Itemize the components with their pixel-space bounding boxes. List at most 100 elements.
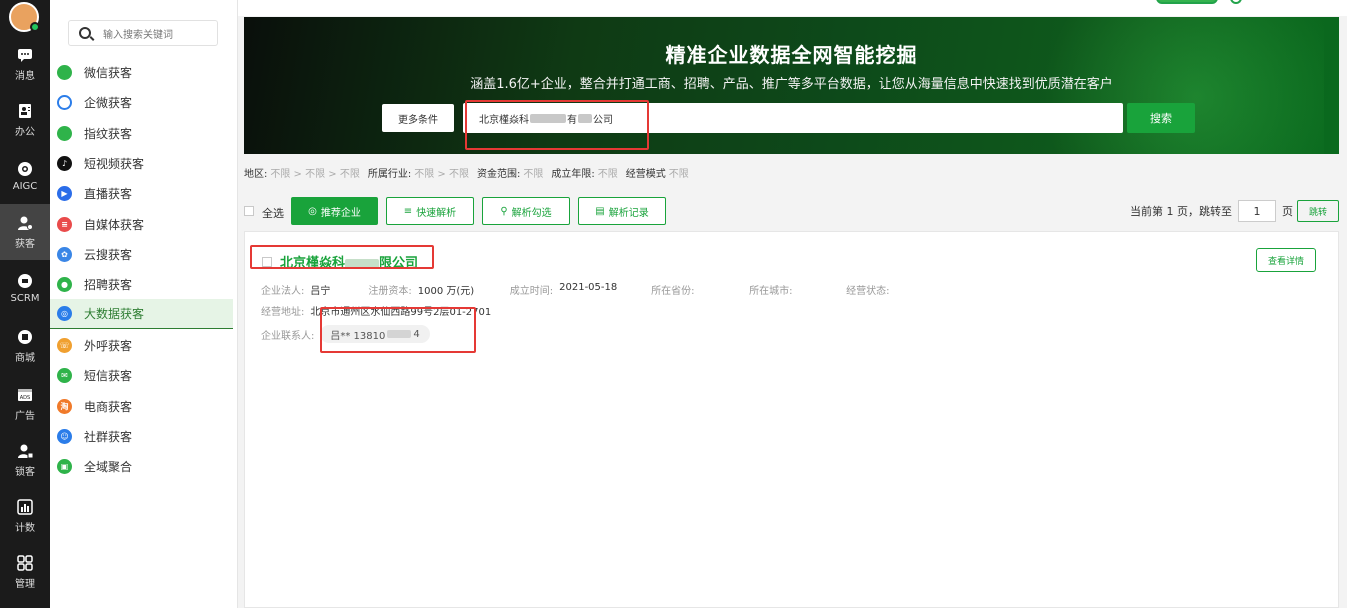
quick-parse-label: 快速解析 <box>416 207 457 219</box>
rail-label: 商城 <box>15 353 35 364</box>
parse-log-label: 解析记录 <box>608 207 649 219</box>
tiktok-icon: ♪ <box>57 155 72 171</box>
filter-label-region: 地区: <box>244 168 268 180</box>
rail-label: 获客 <box>15 239 35 250</box>
filter-value-years[interactable]: 不限 <box>598 165 618 180</box>
filter-value-industry[interactable]: 不限 > 不限 <box>414 165 469 180</box>
rail-item-office[interactable]: 办公 <box>0 92 50 148</box>
recommend-label: 推荐企业 <box>320 207 361 219</box>
media-icon: ≡ <box>57 216 72 232</box>
rail-label: 广告 <box>15 411 35 422</box>
parse-selected-button[interactable]: ⚲ 解析勾选 <box>482 197 570 225</box>
parse-log-button[interactable]: ▤ 解析记录 <box>578 197 666 225</box>
menu-item-sms[interactable]: ✉ 短信获客 <box>50 360 233 390</box>
search-icon <box>79 27 91 39</box>
highlight-box-company <box>250 245 434 269</box>
pager: 当前第 1 页，跳转至 1 页 跳转 <box>1130 200 1339 222</box>
menu-item-bigdata[interactable]: ◎ 大数据获客 <box>50 299 233 329</box>
jump-button[interactable]: 跳转 <box>1297 200 1339 222</box>
menu-item-cloud-search[interactable]: ✿ 云搜获客 <box>50 239 233 269</box>
filter-value-mode[interactable]: 不限 <box>669 165 689 180</box>
menu-item-community[interactable]: ☺ 社群获客 <box>50 421 233 451</box>
ads-icon: ADS <box>16 386 34 404</box>
search-button[interactable]: 搜索 <box>1127 103 1195 133</box>
pager-prefix: 当前第 1 页，跳转至 <box>1130 205 1232 218</box>
rail-label: 管理 <box>15 579 35 590</box>
capital-value: 1000 万(元) <box>417 286 475 297</box>
contacts-icon <box>16 102 34 120</box>
brain-icon <box>16 160 34 178</box>
rail-item-count[interactable]: 计数 <box>0 488 50 544</box>
cloud-search-icon: ✿ <box>57 246 72 262</box>
province-label: 所在省份: <box>651 286 695 297</box>
menu-item-short-video[interactable]: ♪ 短视频获客 <box>50 148 233 178</box>
shield-icon[interactable] <box>1230 0 1242 4</box>
scrm-icon <box>16 272 34 290</box>
menu-item-outbound-call[interactable]: ☏ 外呼获客 <box>50 330 233 360</box>
bar-chart-icon <box>16 498 34 516</box>
result-toolbar: 全选 ◎ 推荐企业 ≡ 快速解析 ⚲ 解析勾选 ▤ 解析记录 当前第 1 页，跳… <box>244 197 1339 225</box>
user-avatar[interactable] <box>9 2 40 32</box>
menu-item-label: 外呼获客 <box>84 338 133 353</box>
top-strip <box>238 0 1347 16</box>
rail-label: 计数 <box>15 523 35 534</box>
menu-item-label: 微信获客 <box>84 65 133 80</box>
rail-item-aigc[interactable]: AIGC <box>0 148 50 204</box>
quick-parse-button[interactable]: ≡ 快速解析 <box>386 197 474 225</box>
results-panel: 北京槿焱科 限公司 查看详情 企业法人: 吕宁 注册资本: 1000 万(元) 成… <box>244 231 1339 608</box>
menu-item-label: 指纹获客 <box>84 126 133 141</box>
menu-item-fingerprint[interactable]: 指纹获客 <box>50 118 233 148</box>
grid-icon <box>16 554 34 572</box>
sms-icon: ✉ <box>57 367 72 383</box>
rail-item-manage[interactable]: 管理 <box>0 544 50 600</box>
filter-value-region[interactable]: 不限 > 不限 > 不限 <box>270 165 359 180</box>
main-content: 精准企业数据全网智能挖掘 涵盖1.6亿+企业，整合并打通工商、招聘、产品、推广等… <box>238 0 1347 608</box>
rail-item-scrm[interactable]: SCRM <box>0 260 50 316</box>
chat-bubble-icon <box>16 46 34 64</box>
banner-subtitle: 涵盖1.6亿+企业，整合并打通工商、招聘、产品、推广等多平台数据，让您从海量信息… <box>470 77 1113 92</box>
rail-item-mall[interactable]: 商城 <box>0 318 50 374</box>
acquire-menu: 输入搜索关键词 微信获客 企微获客 指纹获客 ♪ 短视频获客 ▶ 直播获客 ≡ 自媒体… <box>50 0 238 608</box>
rail-item-messages[interactable]: 消息 <box>0 36 50 92</box>
menu-item-self-media[interactable]: ≡ 自媒体获客 <box>50 209 233 239</box>
page-input[interactable]: 1 <box>1238 200 1276 222</box>
founded-value: 2021-05-18 <box>559 282 618 293</box>
recommend-button[interactable]: ◎ 推荐企业 <box>291 197 378 225</box>
menu-item-live[interactable]: ▶ 直播获客 <box>50 178 233 208</box>
menu-item-label: 短视频获客 <box>84 156 145 171</box>
more-conditions-button[interactable]: 更多条件 <box>382 104 454 132</box>
menu-item-recruit[interactable]: ● 招聘获客 <box>50 269 233 299</box>
top-status-badge[interactable] <box>1156 0 1218 4</box>
ecommerce-icon: 淘 <box>57 398 72 414</box>
founded-label: 成立时间: <box>509 286 554 297</box>
phone-icon: ☏ <box>57 337 72 353</box>
status-label: 经营状态: <box>846 286 890 297</box>
rail-label: 消息 <box>15 71 35 82</box>
filter-value-capital[interactable]: 不限 <box>523 165 543 180</box>
rail-label: AIGC <box>12 181 38 192</box>
bigdata-icon: ◎ <box>57 306 72 321</box>
quick-parse-icon: ≡ <box>403 205 413 217</box>
menu-item-wecom[interactable]: 企微获客 <box>50 87 233 117</box>
rail-item-lock-customer[interactable]: 锁客 <box>0 432 50 488</box>
view-details-button[interactable]: 查看详情 <box>1256 248 1316 272</box>
legal-value: 吕宁 <box>310 286 331 297</box>
menu-item-label: 自媒体获客 <box>84 217 145 232</box>
rail-item-acquire[interactable]: 获客 <box>0 204 50 260</box>
aggregate-icon: ▣ <box>57 458 72 474</box>
fingerprint-icon <box>57 125 72 141</box>
pager-suffix: 页 <box>1282 205 1293 218</box>
menu-search-input[interactable]: 输入搜索关键词 <box>68 20 218 46</box>
menu-item-wechat[interactable]: 微信获客 <box>50 57 233 87</box>
menu-item-ecommerce[interactable]: 淘电商获客 <box>50 391 233 421</box>
select-all-checkbox[interactable] <box>244 206 254 216</box>
contact-label: 企业联系人: <box>261 330 315 342</box>
svg-text:ADS: ADS <box>20 395 30 401</box>
highlight-box-contact <box>320 307 476 353</box>
select-all-label: 全选 <box>262 207 284 220</box>
document-icon: ▤ <box>595 205 605 217</box>
rail-item-ads[interactable]: ADS 广告 <box>0 376 50 432</box>
menu-item-aggregate[interactable]: ▣ 全域聚合 <box>50 451 233 481</box>
menu-item-label: 大数据获客 <box>84 307 145 321</box>
menu-item-label: 招聘获客 <box>84 277 133 292</box>
